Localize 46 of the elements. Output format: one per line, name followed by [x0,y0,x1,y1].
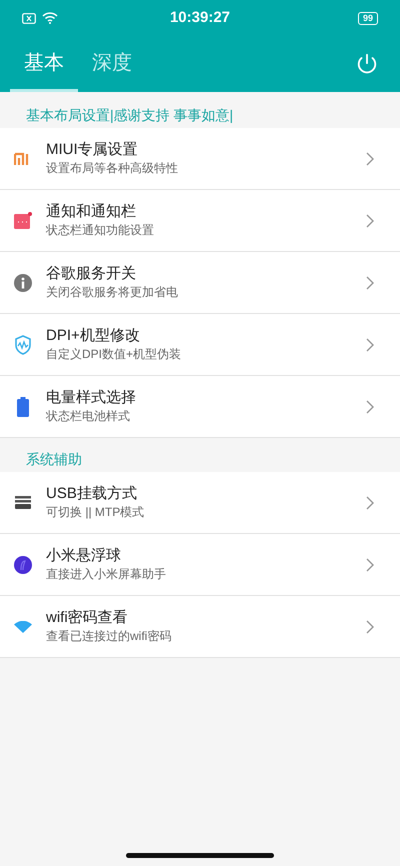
item-title: 电量样式选择 [46,388,137,408]
chevron-icon [366,276,374,290]
chevron-icon [366,620,374,634]
settings-item[interactable]: 电量样式选择 状态栏电池样式 [0,376,400,438]
wifi-icon [14,620,32,632]
settings-item[interactable]: wifi密码查看 查看已连接过的wifi密码 [0,596,400,658]
settings-item[interactable]: 小米悬浮球 直接进入小米屏幕助手 [0,534,400,596]
shield-icon [14,334,32,354]
chevron-icon [366,152,374,166]
item-subtitle: 关闭谷歌服务将更加省电 [46,284,179,301]
item-title: 谷歌服务开关 [46,264,137,284]
settings-item[interactable]: 谷歌服务开关 关闭谷歌服务将更加省电 [0,252,400,314]
item-title: USB挂载方式 [46,484,138,504]
item-subtitle: 可切换 || MTP模式 [46,504,146,521]
item-subtitle: 查看已连接过的wifi密码 [46,628,172,645]
settings-item[interactable]: 通知和通知栏 状态栏通知功能设置 [0,190,400,252]
item-subtitle: 状态栏电池样式 [46,408,131,425]
settings-item[interactable]: USB挂载方式 可切换 || MTP模式 [0,472,400,534]
item-title: 通知和通知栏 [46,202,137,222]
chevron-icon [366,558,374,572]
wifi-signal-icon [42,12,58,24]
chevron-icon [366,400,374,414]
chevron-icon [366,214,374,228]
chevron-icon [366,338,374,352]
item-title: wifi密码查看 [46,608,129,628]
item-title: 小米悬浮球 [46,546,122,566]
info-icon [14,274,32,292]
item-subtitle: 状态栏通知功能设置 [46,222,155,239]
battery-indicator: 99 [358,12,378,24]
item-title: DPI+机型修改 [46,326,141,346]
item-subtitle: 直接进入小米屏幕助手 [46,566,167,583]
section-title: 基本布局设置|感谢支持 事事如意| [26,106,234,125]
settings-item[interactable]: DPI+机型修改 自定义DPI数值+机型伪装 [0,314,400,376]
floating-ball-icon [14,556,32,574]
stack-icon [15,496,31,510]
status-time: 10:39:27 [168,8,232,28]
battery-icon [17,396,29,416]
no-sim-icon [22,12,36,24]
item-subtitle: 自定义DPI数值+机型伪装 [46,346,182,363]
power-icon [356,53,378,75]
item-title: MIUI专属设置 [46,140,139,160]
chevron-icon [366,496,374,510]
item-subtitle: 设置布局等各种高级特性 [46,160,179,177]
settings-item[interactable]: MIUI专属设置 设置布局等各种高级特性 [0,128,400,190]
notification-icon [14,212,32,230]
section-title: 系统辅助 [26,450,82,469]
